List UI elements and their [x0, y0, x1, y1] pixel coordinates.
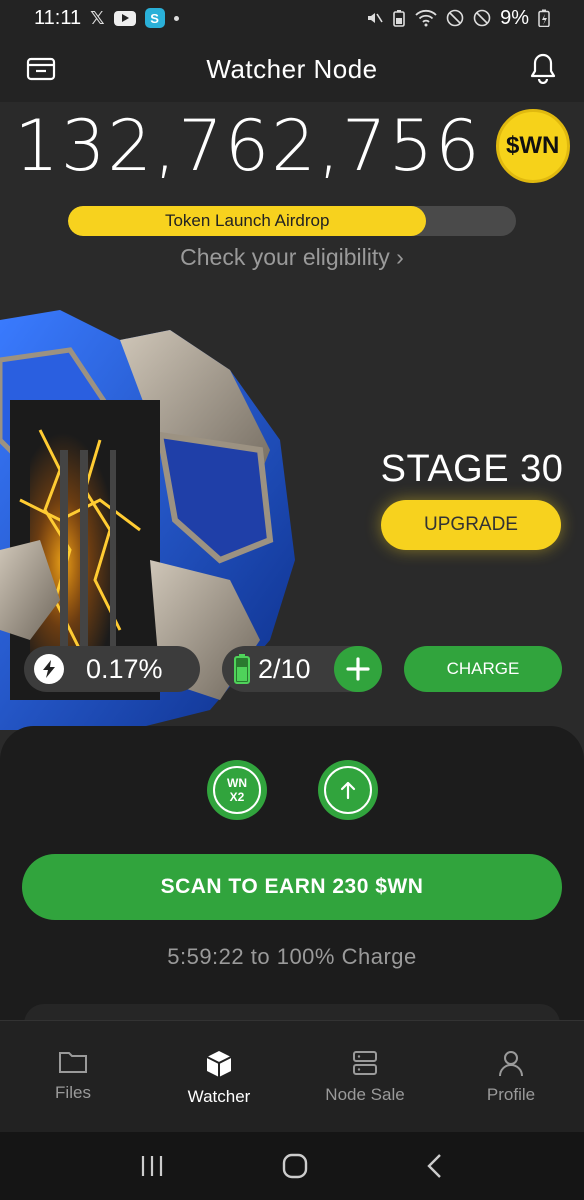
airdrop-label: Token Launch Airdrop [164, 211, 330, 230]
charge-countdown: 5:59:22 to 100% Charge [167, 944, 417, 969]
recents-icon[interactable] [139, 1154, 165, 1178]
plus-icon [346, 657, 370, 681]
system-nav-bar [0, 1132, 584, 1200]
airdrop-progress-bar[interactable]: Token Launch Airdrop [68, 206, 516, 236]
balance-row: 132,762,756 $WN [0, 104, 584, 188]
energy-percent: 0.17% [86, 653, 163, 684]
check-eligibility-link[interactable]: Check your eligibility › [0, 244, 584, 271]
energy-pill: 0.17% [24, 646, 200, 692]
stage-label: STAGE 30 [380, 448, 564, 490]
battery-count: 2/10 [258, 653, 311, 684]
nav-profile[interactable]: Profile [438, 1021, 584, 1132]
status-time: 11:11 [34, 6, 82, 29]
home-icon[interactable] [282, 1153, 308, 1179]
battery-charge-icon [234, 654, 250, 684]
wifi-icon [415, 9, 437, 27]
battery-icon [538, 9, 550, 27]
dot-icon [173, 15, 179, 21]
status-left: 11:11 𝕏 S [34, 7, 179, 30]
coin-label: $WN [505, 132, 560, 159]
do-not-disturb-icon [446, 9, 464, 27]
status-right: 9% [365, 7, 550, 30]
page-title: Watcher Node [206, 53, 378, 84]
bell-icon [530, 53, 556, 85]
wn-coin-icon: $WN [495, 109, 570, 183]
upgrade-ring [324, 766, 372, 814]
wn-x2-boost-button[interactable]: WN X2 [207, 760, 267, 820]
status-bar: 11:11 𝕏 S 9% [0, 0, 584, 36]
nav-node-sale[interactable]: Node Sale [292, 1021, 438, 1132]
boost-ring [213, 766, 261, 814]
add-battery-button[interactable] [334, 646, 382, 692]
user-icon [499, 1051, 523, 1077]
server-icon [353, 1051, 377, 1075]
battery-saver-icon [393, 10, 405, 27]
cube-icon [206, 1051, 232, 1077]
chevron-right-icon: › [396, 244, 404, 270]
scan-to-earn-button[interactable]: SCAN TO EARN 230 $WN [22, 854, 562, 920]
app-header: Watcher Node [0, 36, 584, 102]
wallet-icon [26, 57, 56, 81]
s-app-icon: S [144, 8, 165, 28]
nav-watcher-label: Watcher [187, 1087, 251, 1106]
nav-files-label: Files [55, 1083, 91, 1102]
upgrade-boost-button[interactable] [318, 760, 378, 820]
charge-button[interactable]: CHARGE [404, 646, 562, 692]
wallet-button[interactable] [26, 56, 56, 87]
nav-watcher[interactable]: Watcher [146, 1021, 292, 1132]
block-icon [473, 9, 491, 27]
upgrade-button[interactable]: UPGRADE [381, 500, 561, 550]
nav-profile-label: Profile [486, 1085, 536, 1104]
eligibility-text: Check your eligibility [180, 244, 390, 270]
folder-icon [59, 1052, 87, 1073]
bolt-icon [34, 654, 64, 684]
nav-node-sale-label: Node Sale [325, 1085, 405, 1104]
youtube-icon [113, 10, 136, 26]
token-balance: 132,762,756 [14, 105, 482, 187]
bottom-nav: Files Watcher Node Sale Profile [0, 1020, 584, 1132]
nav-files[interactable]: Files [0, 1021, 146, 1132]
mute-icon [368, 13, 383, 23]
back-icon[interactable] [425, 1153, 445, 1179]
notifications-button[interactable] [528, 52, 558, 89]
battery-percent: 9% [500, 6, 529, 29]
x-icon: 𝕏 [90, 7, 105, 28]
